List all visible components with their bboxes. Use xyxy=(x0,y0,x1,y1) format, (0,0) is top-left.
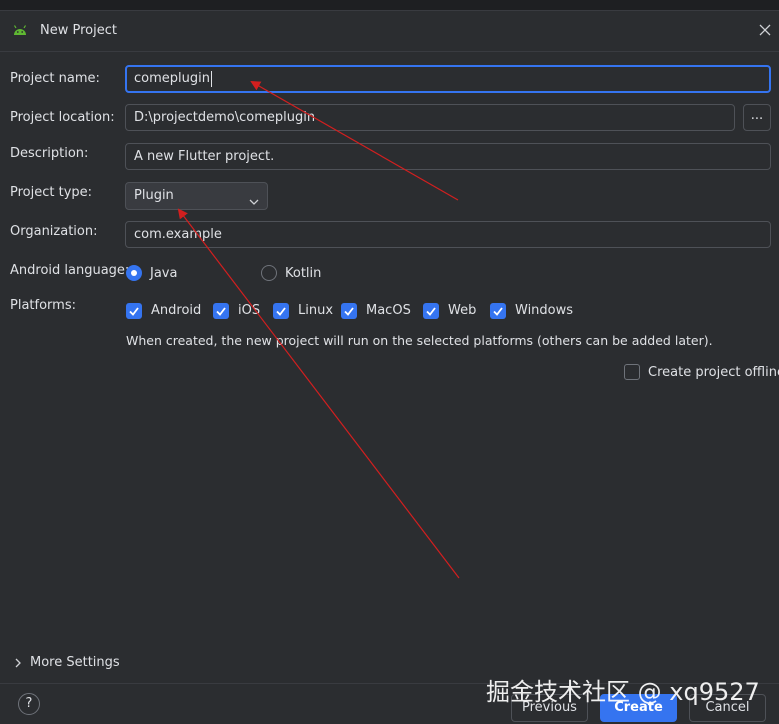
platforms-label: Platforms: xyxy=(10,298,76,313)
description-label: Description: xyxy=(10,146,89,161)
checkbox-checked-icon xyxy=(341,303,357,319)
create-offline-label: Create project offline xyxy=(648,365,779,380)
chevron-down-icon xyxy=(249,191,259,205)
android-icon xyxy=(13,24,27,36)
checkbox-checked-icon xyxy=(273,303,289,319)
checkbox-checked-icon xyxy=(490,303,506,319)
organization-value: com.example xyxy=(134,227,222,242)
chevron-right-icon xyxy=(15,658,21,668)
checkbox-unchecked-icon xyxy=(624,364,640,380)
radio-selected-icon xyxy=(126,265,142,281)
organization-input[interactable]: com.example xyxy=(125,221,771,248)
more-settings-label: More Settings xyxy=(30,655,120,670)
android-language-label: Android language: xyxy=(10,263,130,278)
project-name-value: comeplugin xyxy=(134,71,210,86)
watermark: 掘金技术社区 @ xq9527 xyxy=(486,678,760,706)
background-strip xyxy=(0,0,779,11)
project-name-label: Project name: xyxy=(10,71,100,86)
checkbox-linux-label: Linux xyxy=(298,303,334,318)
radio-unselected-icon xyxy=(261,265,277,281)
browse-location-button[interactable]: ... xyxy=(743,104,771,131)
project-name-input[interactable]: comeplugin xyxy=(125,65,771,93)
checkbox-checked-icon xyxy=(126,303,142,319)
organization-label: Organization: xyxy=(10,224,98,239)
radio-java-label: Java xyxy=(150,266,178,281)
close-icon[interactable] xyxy=(757,22,773,38)
project-type-label: Project type: xyxy=(10,185,93,200)
checkbox-checked-icon xyxy=(213,303,229,319)
text-caret xyxy=(210,70,212,87)
checkbox-android-label: Android xyxy=(151,303,202,318)
project-location-value: D:\projectdemo\comeplugin xyxy=(134,110,316,125)
project-location-label: Project location: xyxy=(10,110,115,125)
description-input[interactable]: A new Flutter project. xyxy=(125,143,771,170)
description-value: A new Flutter project. xyxy=(134,149,275,164)
radio-kotlin-label: Kotlin xyxy=(285,266,322,281)
help-button[interactable]: ? xyxy=(18,693,40,715)
checkbox-windows-label: Windows xyxy=(515,303,574,318)
checkbox-ios-label: iOS xyxy=(238,303,261,318)
dialog-titlebar: New Project xyxy=(0,11,779,52)
checkbox-macos-label: MacOS xyxy=(366,303,411,318)
project-type-select[interactable]: Plugin xyxy=(125,182,268,210)
checkbox-checked-icon xyxy=(423,303,439,319)
project-type-value: Plugin xyxy=(134,188,174,203)
arrow-to-project-name xyxy=(250,81,459,201)
project-location-input[interactable]: D:\projectdemo\comeplugin xyxy=(125,104,735,131)
checkbox-web-label: Web xyxy=(448,303,477,318)
dialog-title: New Project xyxy=(40,23,117,38)
platforms-hint: When created, the new project will run o… xyxy=(126,333,713,348)
